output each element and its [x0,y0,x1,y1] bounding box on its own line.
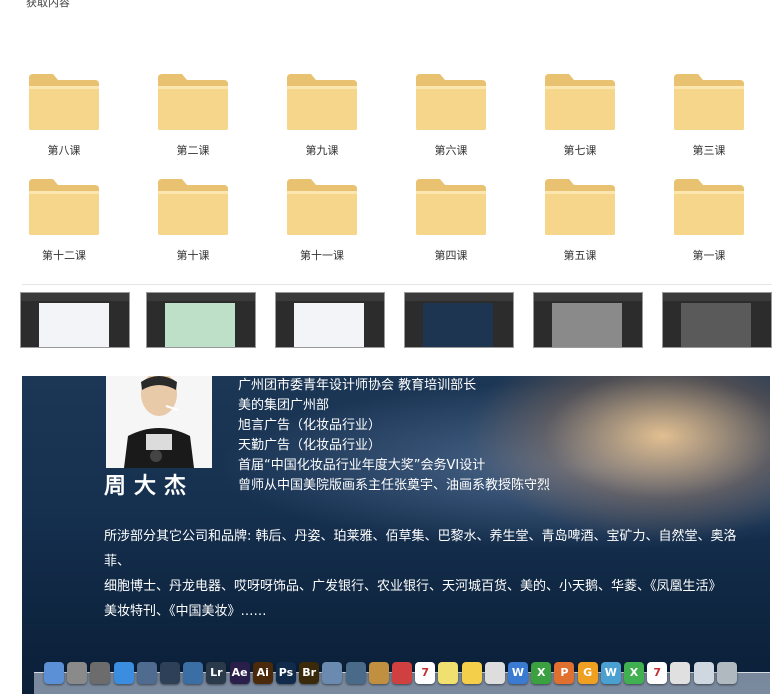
screen-icon[interactable] [345,662,366,684]
folder-label: 第七课 [563,144,597,157]
upload-icon[interactable] [183,662,204,684]
folder-label: 第六课 [434,144,468,157]
dock: Lr Ae Ai Ps Br 7 W X P G W X 7 [34,658,770,694]
folder-label: 第三课 [692,144,726,157]
folder-item[interactable]: 第六课 [412,72,502,172]
folder-label: 第九课 [305,144,339,157]
photo-icon[interactable] [322,662,343,684]
calendar2-icon[interactable]: 7 [647,662,668,684]
dock-icons: Lr Ae Ai Ps Br 7 W X P G W X 7 [44,658,768,688]
portrait-illustration [106,376,212,468]
folder-label: 第八课 [47,144,81,157]
photoshop-icon[interactable]: Ps [276,662,296,684]
lightroom-icon[interactable]: Lr [206,662,227,684]
folder-label: 第一课 [692,249,726,262]
client-list: 所涉部分其它公司和品牌: 韩后、丹姿、珀莱雅、佰草集、巴黎水、养生堂、青岛啤酒、… [104,524,744,624]
folder-item[interactable]: 第五课 [541,177,631,277]
system-icon[interactable] [67,662,88,684]
doc-icon[interactable] [484,662,505,684]
profile-banner: 周大杰 广州团市委青年设计师协会 教育培训部长 美的集团广州部 旭言广告（化妆品… [22,376,770,694]
thumbnail-2[interactable] [146,292,256,348]
folder-icon [156,177,230,237]
powerpoint-icon[interactable]: P [554,662,575,684]
folder-label: 第四课 [434,249,468,262]
stickies-icon[interactable] [461,662,482,684]
profile-name: 周大杰 [104,474,195,499]
folder-item[interactable]: 第十课 [154,177,244,277]
bio-line: 天勤广告（化妆品行业） [238,438,382,453]
folder-icon [543,177,617,237]
client-line: 美妆特刊、《中国美妆》…… [104,604,267,619]
thumbnail-6[interactable] [662,292,772,348]
after-effects-icon[interactable]: Ae [229,662,250,684]
folder-icon[interactable] [368,662,389,684]
client-line: 细胞博士、丹龙电器、哎呀呀饰品、广发银行、农业银行、天河城百货、美的、小天鹅、华… [104,579,722,594]
bio-line: 美的集团广州部 [238,398,330,413]
top-strip: 获取内容 [0,0,772,12]
thumbnail-strip [20,292,772,348]
profile-bio: 广州团市委青年设计师协会 教育培训部长 美的集团广州部 旭言广告（化妆品行业） … [238,376,758,496]
word2-icon[interactable]: W [600,662,621,684]
folder-icon [414,177,488,237]
folder-label: 第十一课 [300,249,344,262]
folder-icon [543,72,617,132]
folder-item[interactable]: 第七课 [541,72,631,172]
finder-icon[interactable] [44,662,64,684]
preview-icon[interactable] [693,662,714,684]
folder-panel: 第八课 第二课 第九课 第六课 第七课 第三课第十二课 第十课 第十一课 第四课 第五课 第一课 [22,12,772,285]
folder-item[interactable]: 第九课 [283,72,373,172]
bio-line: 首届“中国化妆品行业年度大奖”会务VI设计 [238,458,486,473]
illustrator-icon[interactable]: Ai [252,662,273,684]
safari-icon[interactable] [113,662,134,684]
trash-icon[interactable] [716,662,737,684]
notes-icon[interactable] [438,662,459,684]
folder-label: 第二课 [176,144,210,157]
folder-icon [672,72,746,132]
image-icon[interactable]: G [577,662,598,684]
folder-item[interactable]: 第三课 [670,72,760,172]
folder-icon [672,177,746,237]
breadcrumb: 获取内容 [26,0,70,9]
app-icon[interactable] [160,662,180,684]
bridge-icon[interactable]: Br [299,662,320,684]
folder-icon [27,72,101,132]
folder-icon [27,177,101,237]
client-line: 所涉部分其它公司和品牌: 韩后、丹姿、珀莱雅、佰草集、巴黎水、养生堂、青岛啤酒、… [104,529,737,569]
folder-item[interactable]: 第四课 [412,177,502,277]
folder-icon [414,72,488,132]
folder-item[interactable]: 第二课 [154,72,244,172]
bio-line: 曾师从中国美院版画系主任张奠宇、油画系教授陈守烈 [238,478,551,493]
folder-icon [285,177,359,237]
folder-item[interactable]: 第十二课 [25,177,115,277]
folder-label: 第十二课 [42,249,86,262]
folder-label: 第十课 [176,249,210,262]
folder-icon [156,72,230,132]
folder-grid: 第八课 第二课 第九课 第六课 第七课 第三课第十二课 第十课 第十一课 第四课 第五课 第一课 [22,12,772,282]
misc-icon[interactable] [670,662,691,684]
folder-icon [285,72,359,132]
thumbnail-3[interactable] [275,292,385,348]
excel2-icon[interactable]: X [624,662,644,684]
folder-item[interactable]: 第十一课 [283,177,373,277]
word-icon[interactable]: W [508,662,528,684]
thumbnail-5[interactable] [533,292,643,348]
mail-icon[interactable] [136,662,157,684]
folder-item[interactable]: 第八课 [25,72,115,172]
bio-line: 广州团市委青年设计师协会 教育培训部长 [238,378,477,393]
thumbnail-1[interactable] [20,292,130,348]
bio-line: 旭言广告（化妆品行业） [238,418,382,433]
folder-item[interactable]: 第一课 [670,177,760,277]
thumbnail-4[interactable] [404,292,514,348]
folder-label: 第五课 [563,249,597,262]
chrome-icon[interactable] [392,662,412,684]
excel-icon[interactable]: X [531,662,552,684]
settings-icon[interactable] [90,662,111,684]
calendar-icon[interactable]: 7 [415,662,436,684]
